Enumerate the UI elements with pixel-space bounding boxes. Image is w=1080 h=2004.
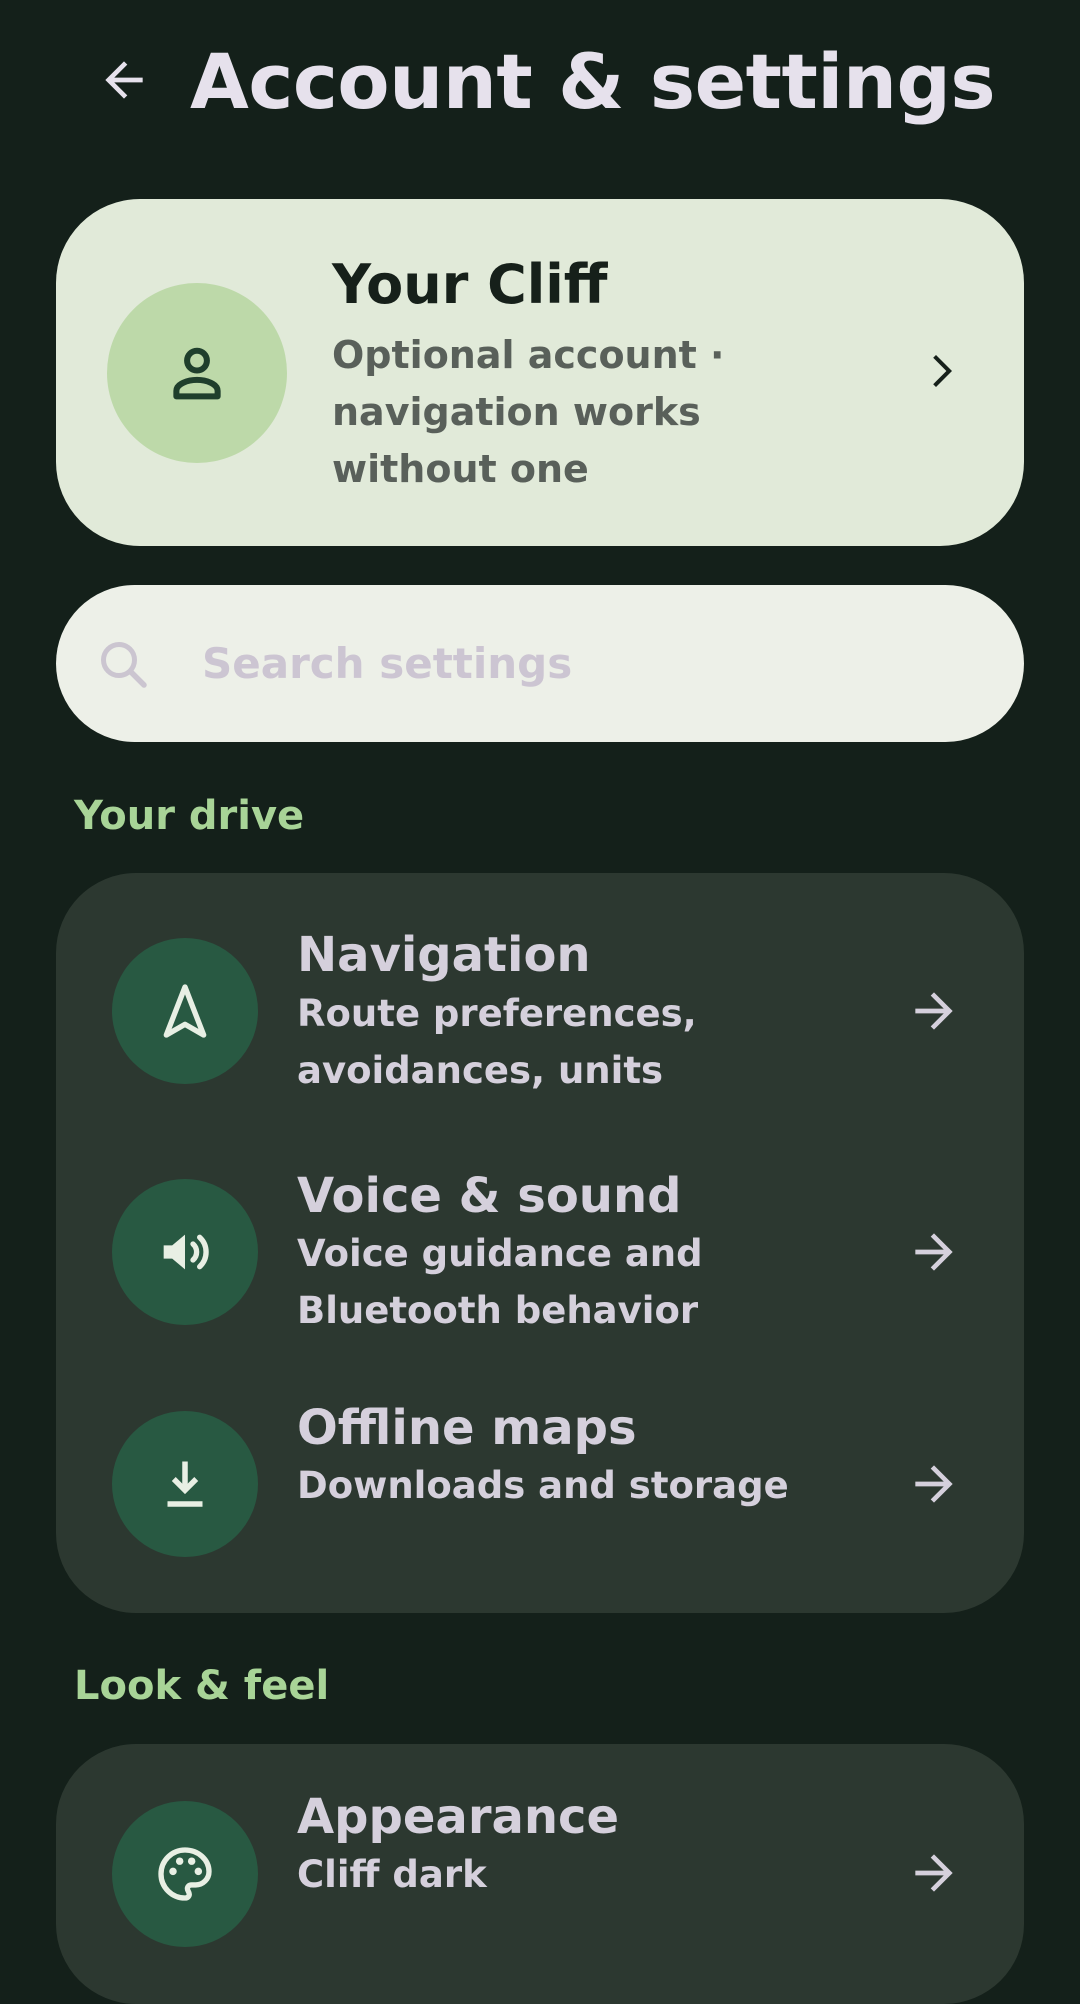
palette-icon: [158, 1847, 212, 1901]
back-button[interactable]: [88, 40, 160, 120]
settings-item-subtitle: Voice guidance and Bluetooth behavior: [297, 1232, 703, 1332]
arrow-forward-icon: [904, 1843, 964, 1903]
search-input[interactable]: [202, 621, 962, 705]
settings-group-look-feel: Appearance Cliff dark: [56, 1744, 1024, 2004]
row-icon: [112, 938, 258, 1084]
arrow-back-icon: [105, 61, 143, 99]
arrow-forward-icon: [904, 1222, 964, 1282]
settings-item-offline-maps[interactable]: Offline maps Downloads and storage: [56, 1353, 1024, 1593]
row-icon: [112, 1411, 258, 1557]
arrow-forward-icon: [904, 1454, 964, 1514]
account-name: Your Cliff: [332, 253, 608, 316]
settings-item-subtitle: Downloads and storage: [297, 1464, 789, 1507]
top-app-bar: Account & settings: [0, 0, 1080, 170]
settings-item-title: Appearance: [297, 1789, 620, 1845]
settings-item-subtitle: Route preferences, avoidances, units: [297, 992, 697, 1092]
arrow-forward-icon: [904, 981, 964, 1041]
settings-item-subtitle: Cliff dark: [297, 1853, 487, 1896]
section-label-look-feel: Look & feel: [74, 1663, 330, 1709]
search-bar[interactable]: [56, 585, 1024, 742]
person-icon: [173, 347, 221, 400]
account-subtitle: Optional account · navigation works with…: [332, 333, 725, 491]
row-icon: [112, 1801, 258, 1947]
settings-item-appearance[interactable]: Appearance Cliff dark: [56, 1744, 1024, 1984]
settings-item-title: Voice & sound: [297, 1168, 682, 1224]
download-icon: [167, 1461, 203, 1507]
row-icon: [112, 1179, 258, 1325]
settings-item-voice-sound[interactable]: Voice & sound Voice guidance and Bluetoo…: [56, 1113, 1024, 1353]
settings-group-your-drive: Navigation Route preferences, avoidances…: [56, 873, 1024, 1613]
settings-item-title: Offline maps: [297, 1400, 637, 1456]
page-title: Account & settings: [190, 37, 996, 126]
navigation-arrow-icon: [163, 984, 207, 1038]
chevron-right-icon: [912, 343, 968, 399]
account-card[interactable]: Your Cliff Optional account · navigation…: [56, 199, 1024, 546]
section-label-your-drive: Your drive: [74, 793, 305, 839]
avatar: [107, 283, 287, 463]
settings-item-navigation[interactable]: Navigation Route preferences, avoidances…: [56, 873, 1024, 1113]
speaker-icon: [163, 1234, 209, 1270]
settings-item-title: Navigation: [297, 927, 591, 983]
search-icon: [101, 642, 147, 688]
